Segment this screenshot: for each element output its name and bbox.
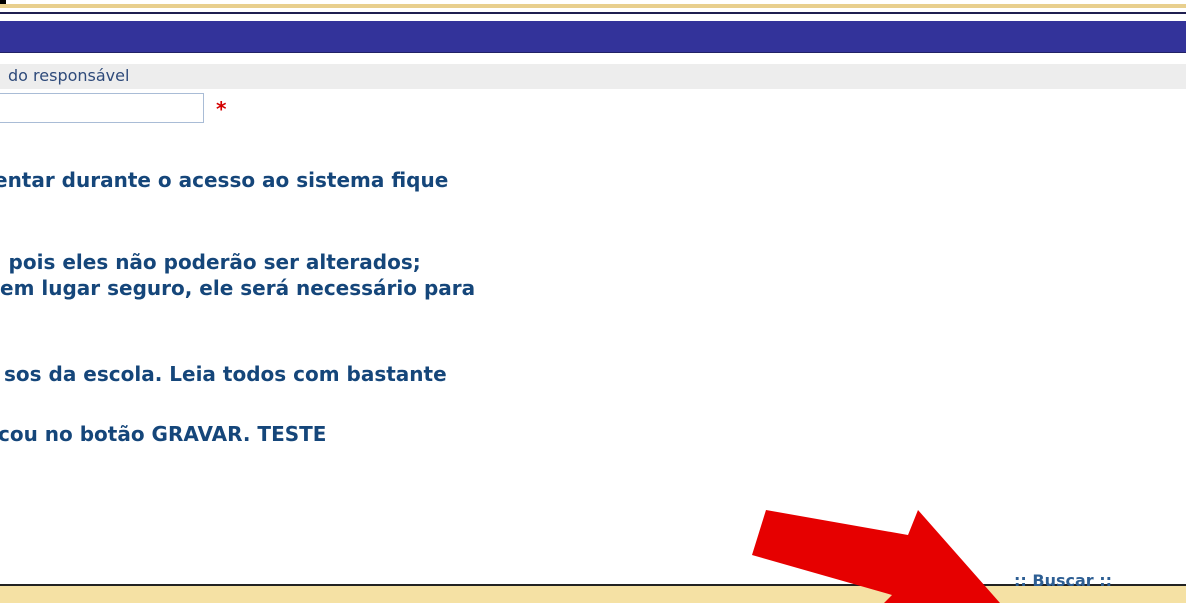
- required-marker: *: [216, 97, 227, 121]
- field-label-strip: do responsável: [0, 64, 1186, 89]
- top-dark-line: [0, 12, 1186, 14]
- instruction-line-5: cou no botão GRAVAR. TESTE: [0, 422, 327, 446]
- instruction-line-1: entar durante o acesso ao sistema fique: [0, 168, 449, 192]
- page: do responsável * entar durante o acesso …: [0, 0, 1186, 603]
- footer-bar: [0, 584, 1186, 603]
- instruction-line-4: sos da escola. Leia todos com bastante: [4, 362, 447, 386]
- field-label: do responsável: [8, 66, 130, 85]
- top-border: [0, 0, 1186, 14]
- responsible-input[interactable]: [0, 93, 204, 123]
- instruction-line-2: , pois eles não poderão ser alterados;: [0, 250, 421, 274]
- instruction-line-3: em lugar seguro, ele será necessário par…: [0, 276, 476, 300]
- search-button[interactable]: :: Buscar ::: [1014, 571, 1112, 590]
- top-gold-line: [0, 4, 1186, 8]
- title-bar: [0, 21, 1186, 53]
